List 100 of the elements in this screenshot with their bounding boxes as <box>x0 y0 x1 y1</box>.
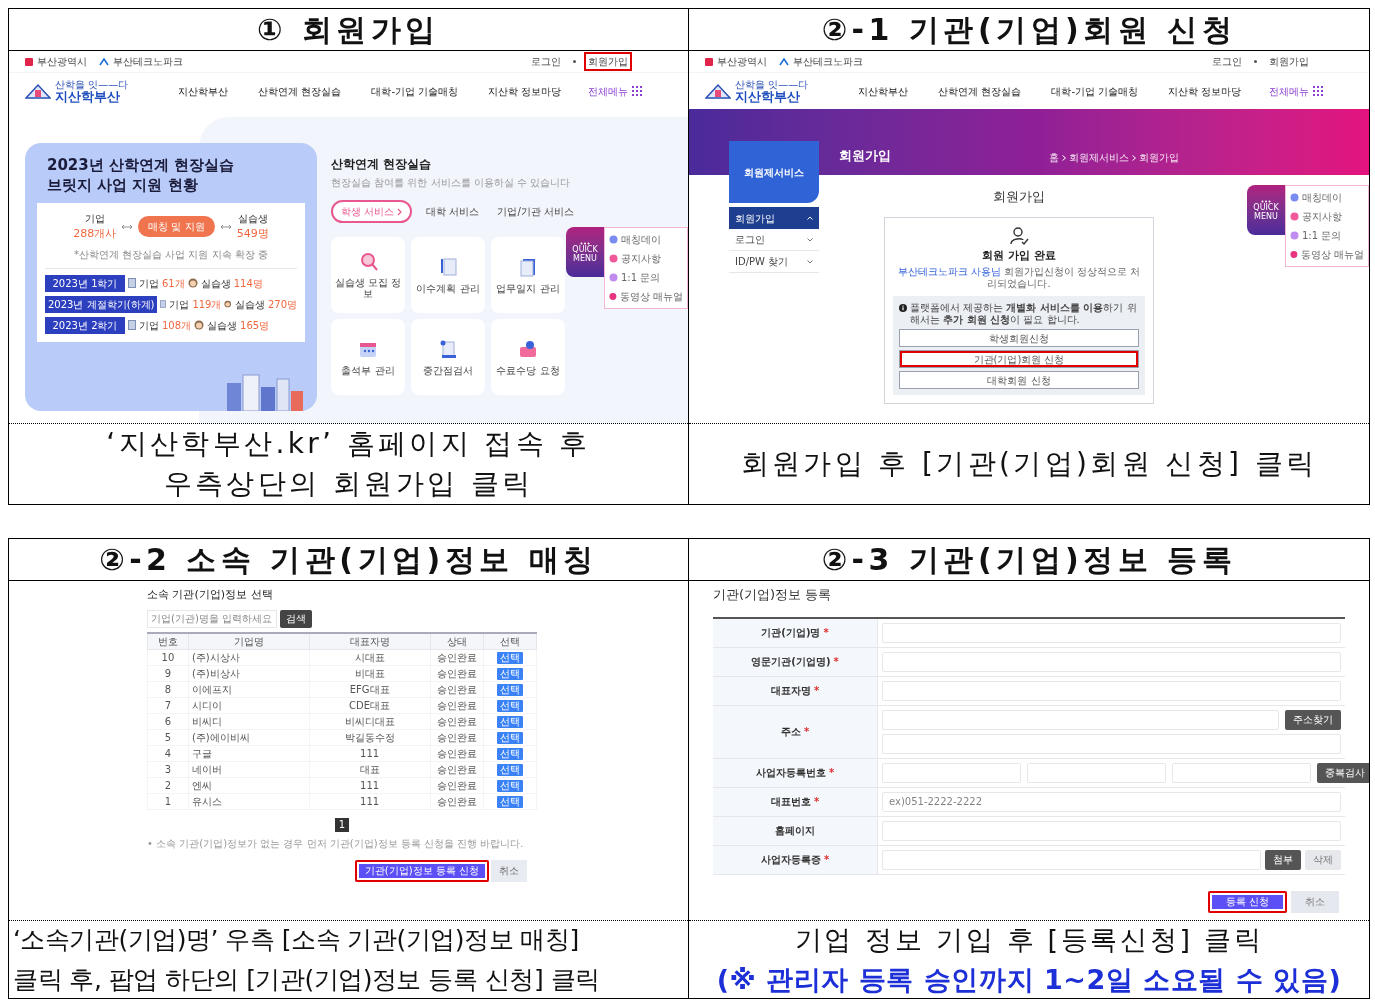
field-label: 대표자명 <box>770 684 811 698</box>
quick-menu-link[interactable]: 공지사항 <box>1302 209 1342 224</box>
header-link[interactable]: 회원가입 <box>584 52 632 71</box>
form-button[interactable]: 주소찾기 <box>1285 709 1341 730</box>
text-field[interactable] <box>882 762 1021 783</box>
text-field[interactable] <box>882 709 1279 730</box>
service-card[interactable]: 중간점검서 <box>411 319 485 395</box>
select-button[interactable]: 선택 <box>496 715 523 728</box>
field-label: 기관(기업)명 <box>761 626 821 640</box>
quick-menu-link[interactable]: 매칭데이 <box>1302 190 1342 205</box>
service-card[interactable]: 실습생 모집 정보 <box>331 237 405 313</box>
service-tab[interactable]: 학생 서비스 <box>331 200 413 223</box>
table-cell: 박길동수정 <box>309 729 430 745</box>
header-link[interactable]: 회원가입 <box>1265 52 1313 71</box>
service-card[interactable]: 이수계획 관리 <box>411 237 485 313</box>
site-link[interactable]: 부산광역시 <box>717 54 767 69</box>
service-card[interactable]: 출석부 관리 <box>331 319 405 395</box>
text-field[interactable] <box>882 849 1261 870</box>
search-field[interactable]: 기업(기관)명을 입력하세요 <box>147 609 277 628</box>
text-field[interactable] <box>882 622 1341 643</box>
select-button[interactable]: 선택 <box>496 651 523 664</box>
page-button[interactable]: 1 <box>335 817 349 832</box>
header-link[interactable]: 로그인 <box>527 52 565 71</box>
breadcrumb-link[interactable]: 회원제서비스 <box>1069 150 1129 165</box>
site-link[interactable]: 부산테크노파크 <box>793 54 863 69</box>
select-button[interactable]: 선택 <box>496 763 523 776</box>
field-label: 대표번호 <box>770 795 811 809</box>
quick-menu-tab[interactable]: QUICK MENU <box>566 227 604 277</box>
menu-item-icon <box>609 235 618 244</box>
signup-button[interactable]: 학생회원신청 <box>899 329 1139 347</box>
table-cell: 승인완료 <box>430 793 484 809</box>
site-link[interactable]: 부산테크노파크 <box>113 54 183 69</box>
sidebar-item[interactable]: 회원가입 <box>729 207 819 229</box>
table-cell: 5 <box>147 729 189 745</box>
nav-link[interactable]: 산학연계 현장실습 <box>938 83 1022 99</box>
all-menu-button[interactable]: 전체메뉴 <box>1269 83 1323 99</box>
logo-text[interactable]: 지산학부산 <box>735 89 809 103</box>
quick-menu-link[interactable]: 공지사항 <box>621 251 661 266</box>
text-field[interactable] <box>1172 762 1311 783</box>
action-button[interactable]: 등록 신청 <box>1207 890 1287 913</box>
service-card[interactable]: 수료수당 요청 <box>491 319 565 395</box>
action-button[interactable]: 취소 <box>491 859 527 882</box>
table-cell: 대표 <box>309 761 430 777</box>
count-label: 기업 <box>139 276 159 291</box>
quick-menu-link[interactable]: 동영상 매뉴얼 <box>619 289 683 304</box>
chevron-down-icon <box>807 259 813 264</box>
quick-menu-link[interactable]: 1:1 문의 <box>1302 228 1342 243</box>
select-button[interactable]: 선택 <box>496 795 523 808</box>
nav-link[interactable]: 대학-기업 기술매칭 <box>1051 83 1139 99</box>
site-link[interactable]: 부산광역시 <box>37 54 87 69</box>
table-cell: EFG대표 <box>309 681 430 697</box>
required-mark: * <box>813 795 820 809</box>
nav-link[interactable]: 지산학 정보마당 <box>1168 83 1242 99</box>
chevron-right-icon <box>397 207 403 216</box>
count-label: 기업 <box>169 297 190 312</box>
all-menu-button[interactable]: 전체메뉴 <box>588 83 642 99</box>
nav-link[interactable]: 지산학부산 <box>858 83 909 99</box>
select-button[interactable]: 선택 <box>496 731 523 744</box>
table-cell: 승인완료 <box>430 697 484 713</box>
search-button[interactable]: 검색 <box>280 609 312 628</box>
text-field[interactable] <box>882 733 1341 754</box>
action-button[interactable]: 취소 <box>1291 890 1339 913</box>
service-tab[interactable]: 기업/기관 서비스 <box>493 204 578 219</box>
nav-link[interactable]: 산학연계 현장실습 <box>258 83 342 99</box>
signup-button[interactable]: 대학회원 신청 <box>899 371 1139 389</box>
text-field[interactable] <box>882 651 1341 672</box>
quick-menu-link[interactable]: 동영상 매뉴얼 <box>1300 247 1364 262</box>
form-button[interactable]: 첨부 <box>1265 849 1301 870</box>
column-header: 번호 <box>147 632 189 649</box>
logo-text[interactable]: 지산학부산 <box>55 89 129 103</box>
select-button[interactable]: 선택 <box>496 667 523 680</box>
service-card[interactable]: 업무일지 관리 <box>491 237 565 313</box>
nav-link[interactable]: 대학-기업 기술매칭 <box>371 83 459 99</box>
text-field[interactable] <box>882 820 1341 841</box>
quick-menu-link[interactable]: 1:1 문의 <box>621 270 661 285</box>
quick-menu-link[interactable]: 매칭데이 <box>621 232 661 247</box>
form-button[interactable]: 중복검사 <box>1317 762 1369 783</box>
select-button[interactable]: 선택 <box>496 699 523 712</box>
signup-button[interactable]: 기관(기업)회원 신청 <box>899 350 1139 368</box>
nav-link[interactable]: 지산학부산 <box>178 83 229 99</box>
action-button[interactable]: 기관(기업)정보 등록 신청 <box>354 859 489 882</box>
form-button[interactable]: 삭제 <box>1305 849 1341 870</box>
logo-icon <box>779 57 789 66</box>
text-field[interactable] <box>882 680 1341 701</box>
text-field[interactable]: ex)051-2222-2222 <box>882 791 1341 812</box>
required-mark: * <box>828 766 835 780</box>
caption-text: ‘소속기관(기업)명’ 우측 [소속 기관(기업)정보 매칭] <box>13 923 579 956</box>
nav-link[interactable]: 지산학 정보마당 <box>488 83 562 99</box>
breadcrumb-link[interactable]: 홈 <box>1049 150 1059 165</box>
notice-text: 플랫폼에서 제공하는 개별화 서비스를 이용하기 위해서는 추가 회원 신청이 필요 합니다. <box>910 302 1138 326</box>
quick-menu-tab[interactable]: QUICK MENU <box>1247 185 1285 235</box>
text-field[interactable] <box>1027 762 1166 783</box>
count-value: 119개 <box>192 297 222 312</box>
select-button[interactable]: 선택 <box>496 779 523 792</box>
card-label: 실습생 모집 정보 <box>333 277 403 299</box>
select-button[interactable]: 선택 <box>496 683 523 696</box>
header-link[interactable]: 로그인 <box>1208 52 1246 71</box>
select-button[interactable]: 선택 <box>496 747 523 760</box>
breadcrumb-link[interactable]: 회원가입 <box>1139 150 1179 165</box>
service-tab[interactable]: 대학 서비스 <box>422 204 484 219</box>
